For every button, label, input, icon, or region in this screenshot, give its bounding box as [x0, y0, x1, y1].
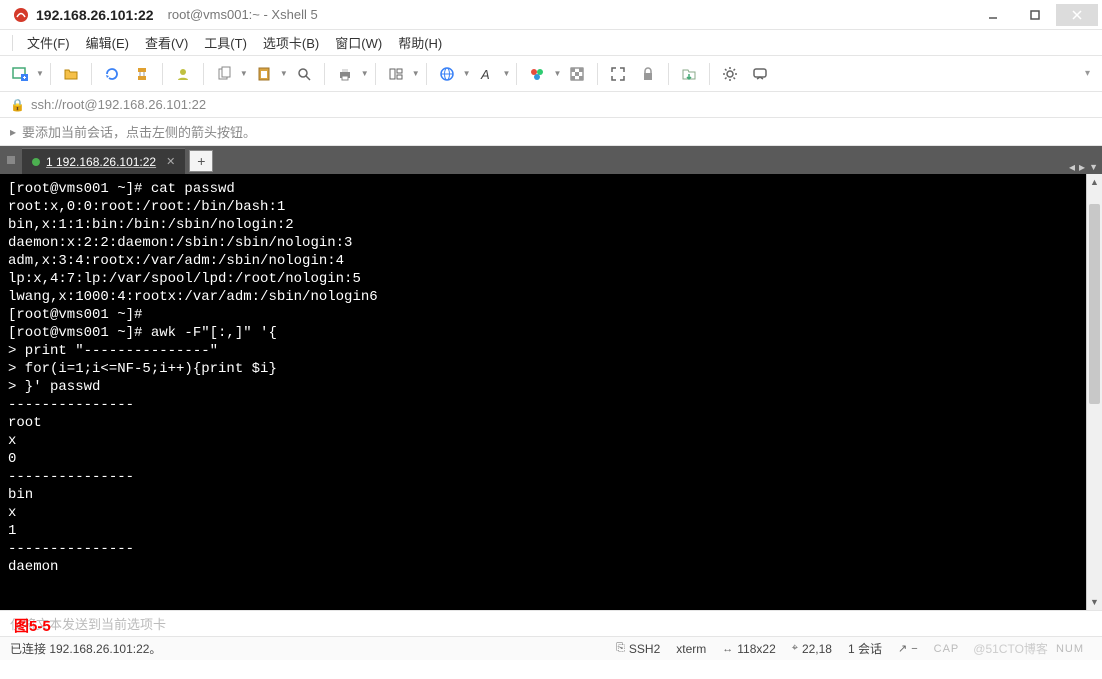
menu-help[interactable]: 帮助(H) [390, 31, 450, 54]
toolbar-overflow-icon[interactable]: ▾ [1085, 68, 1096, 79]
close-tab-icon[interactable]: ✕ [166, 155, 175, 168]
caret-icon[interactable]: ▼ [280, 69, 288, 78]
caret-icon[interactable]: ▼ [553, 69, 561, 78]
tab-indicator-icon [0, 146, 22, 174]
profile-button[interactable] [169, 60, 197, 88]
fullscreen-button[interactable] [604, 60, 632, 88]
new-session-button[interactable] [6, 60, 34, 88]
hint-bar: ▸ 要添加当前会话，点击左侧的箭头按钮。 [0, 118, 1102, 146]
copy-button[interactable] [210, 60, 238, 88]
address-url[interactable]: ssh://root@192.168.26.101:22 [31, 97, 206, 112]
reconnect-button[interactable] [98, 60, 126, 88]
caret-icon[interactable]: ▼ [463, 69, 471, 78]
close-button[interactable] [1056, 4, 1098, 26]
title-subtitle: root@vms001:~ - Xshell 5 [168, 7, 318, 22]
minimize-button[interactable] [972, 4, 1014, 26]
highlight-box [0, 582, 334, 610]
menu-bar: 文件(F) 编辑(E) 查看(V) 工具(T) 选项卡(B) 窗口(W) 帮助(… [0, 30, 1102, 56]
session-tab-bar: 1 192.168.26.101:22 ✕ + ◂ ▸ ▼ [0, 146, 1102, 174]
menu-tools[interactable]: 工具(T) [196, 31, 255, 54]
lock-button[interactable] [634, 60, 662, 88]
svg-text:A: A [480, 67, 490, 82]
sync-icon: − [911, 643, 917, 655]
search-button[interactable] [290, 60, 318, 88]
link-icon: ↗ [898, 642, 907, 655]
font-button[interactable]: A [473, 60, 501, 88]
figure-label: 图5-5 [14, 615, 51, 636]
add-tab-button[interactable]: + [189, 150, 213, 172]
scroll-down-icon[interactable]: ▼ [1087, 594, 1102, 610]
protocol-icon: ⎘ [616, 642, 625, 655]
status-cursor: 22,18 [802, 642, 832, 656]
send-bar: 仅将文本发送到当前选项卡 图5-5 [0, 610, 1102, 636]
window-buttons [972, 4, 1098, 26]
disconnect-button[interactable] [128, 60, 156, 88]
menu-edit[interactable]: 编辑(E) [78, 31, 137, 54]
bookmark-icon[interactable]: ▸ [10, 125, 16, 139]
maximize-button[interactable] [1014, 4, 1056, 26]
status-sessions: 1 会话 [848, 640, 882, 657]
cursor-icon: ⌖ [792, 642, 798, 655]
caret-icon[interactable]: ▼ [503, 69, 511, 78]
toolbar: ▼ ▼ ▼ ▼ ▼ ▼ A ▼ ▼ ▾ [0, 56, 1102, 92]
print-button[interactable] [331, 60, 359, 88]
settings-button[interactable] [716, 60, 744, 88]
caret-icon[interactable]: ▼ [361, 69, 369, 78]
caret-icon[interactable]: ▼ [240, 69, 248, 78]
open-button[interactable] [57, 60, 85, 88]
terminal-output[interactable]: [root@vms001 ~]# cat passwd root:x,0:0:r… [0, 174, 1102, 582]
lock-icon: 🔒 [10, 98, 25, 112]
status-num: NUM [1056, 643, 1084, 655]
caret-icon[interactable]: ▼ [412, 69, 420, 78]
tab-label: 1 192.168.26.101:22 [46, 155, 156, 169]
paste-button[interactable] [250, 60, 278, 88]
hint-text: 要添加当前会话，点击左侧的箭头按钮。 [22, 122, 256, 141]
terminal-scrollbar[interactable]: ▲ ▼ [1086, 174, 1102, 610]
status-dot-icon [32, 158, 40, 166]
layout-button[interactable] [382, 60, 410, 88]
tab-list-icon[interactable]: ▼ [1089, 162, 1098, 172]
encoding-button[interactable] [433, 60, 461, 88]
title-ip: 192.168.26.101:22 [36, 7, 154, 23]
caret-icon[interactable]: ▼ [36, 69, 44, 78]
status-bar: 已连接 192.168.26.101:22。 ⎘ SSH2 xterm ↔ 118x… [0, 636, 1102, 660]
menu-tabs[interactable]: 选项卡(B) [255, 31, 327, 54]
size-icon: ↔ [722, 643, 733, 655]
menu-window[interactable]: 窗口(W) [327, 31, 390, 54]
address-bar: 🔒 ssh://root@192.168.26.101:22 [0, 92, 1102, 118]
transparency-button[interactable] [563, 60, 591, 88]
help-button[interactable] [746, 60, 774, 88]
ftp-button[interactable] [675, 60, 703, 88]
app-icon [12, 6, 30, 24]
watermark: @51CTO博客 [973, 640, 1048, 657]
color-button[interactable] [523, 60, 551, 88]
scroll-up-icon[interactable]: ▲ [1087, 174, 1102, 190]
title-bar: 192.168.26.101:22 root@vms001:~ - Xshell… [0, 0, 1102, 30]
status-cap: CAP [934, 643, 960, 655]
status-protocol: SSH2 [629, 642, 660, 656]
session-tab[interactable]: 1 192.168.26.101:22 ✕ [22, 148, 185, 174]
tab-next-icon[interactable]: ▸ [1079, 160, 1085, 174]
status-termtype: xterm [676, 642, 706, 656]
terminal-area: [root@vms001 ~]# cat passwd root:x,0:0:r… [0, 174, 1102, 610]
status-size: 118x22 [737, 642, 775, 656]
menu-file[interactable]: 文件(F) [19, 31, 78, 54]
scroll-thumb[interactable] [1089, 204, 1100, 404]
status-connection: 已连接 192.168.26.101:22。 [10, 640, 161, 657]
menu-view[interactable]: 查看(V) [137, 31, 196, 54]
tab-prev-icon[interactable]: ◂ [1069, 160, 1075, 174]
